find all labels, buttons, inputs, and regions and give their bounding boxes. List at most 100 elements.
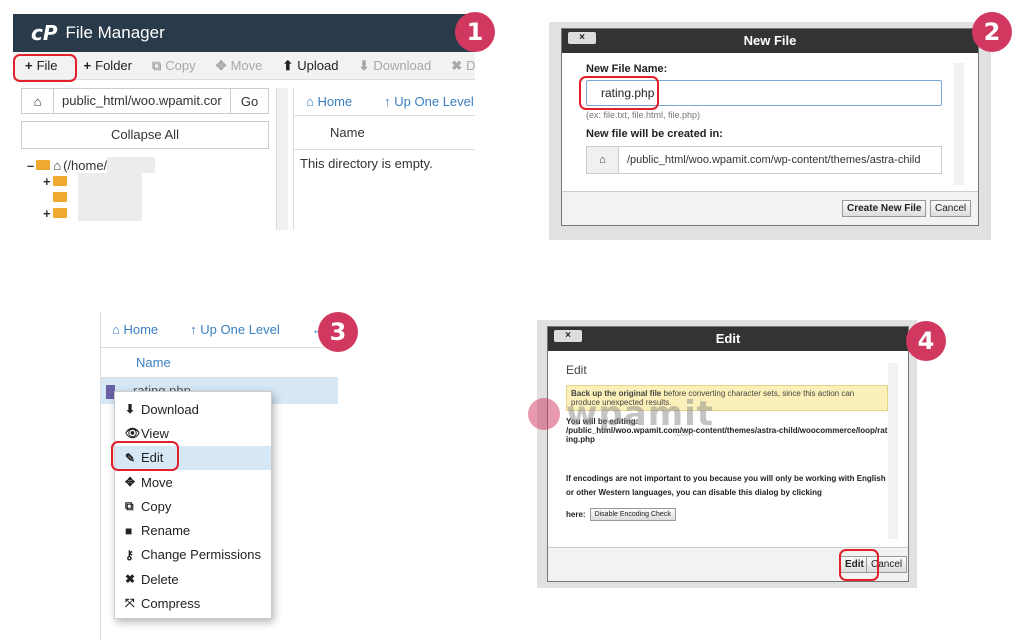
- file-nav: ⌂ Home ↑ Up One Level ← Ba: [100, 312, 338, 348]
- highlight-edit-button: [839, 549, 879, 581]
- copy-icon: ⧉: [152, 57, 162, 73]
- file-icon: ■: [125, 523, 133, 538]
- home-link[interactable]: ⌂ Home: [112, 322, 174, 337]
- folder-icon: [52, 208, 67, 218]
- tree-item[interactable]: +: [21, 173, 269, 189]
- move-icon: ✥: [125, 475, 136, 490]
- menu-item-copy[interactable]: ⧉ Copy: [115, 494, 271, 518]
- menu-item-label: Change Permissions: [141, 547, 261, 563]
- name-column-header[interactable]: Name: [100, 348, 338, 378]
- delete-label: De: [466, 58, 475, 73]
- edit-dialog: × Edit Edit Back up the original file be…: [547, 326, 909, 582]
- tree-root[interactable]: – ⌂ (/home/: [21, 157, 269, 173]
- wpamit-logo-icon: [528, 398, 560, 430]
- disable-row: here: Disable Encoding Check: [566, 508, 888, 521]
- plus-icon[interactable]: +: [43, 174, 51, 189]
- close-button[interactable]: ×: [568, 32, 596, 44]
- highlight-edit-item: [111, 441, 179, 471]
- context-menu: ⬇ Download 👁 View ✎ Edit ✥ Move ⧉ Copy ■ Renam…: [114, 391, 272, 619]
- path-bar: ⌂ public_html/woo.wpamit.cor Go: [21, 88, 269, 114]
- dialog-title: Edit: [715, 331, 741, 346]
- tree-scrollbar[interactable]: [276, 88, 288, 230]
- pane-divider: [100, 312, 101, 640]
- step-badge-2: 2: [972, 12, 1012, 52]
- menu-item-label: Download: [141, 401, 199, 417]
- minus-icon[interactable]: –: [27, 158, 34, 173]
- up-one-level-link[interactable]: ↑ Up One Level: [384, 94, 475, 109]
- up-one-level-label: Up One Level: [200, 322, 280, 337]
- up-one-level-link[interactable]: ↑ Up One Level: [190, 322, 296, 337]
- home-link[interactable]: ⌂ Home: [306, 94, 368, 109]
- delete-icon: ✖: [125, 572, 136, 587]
- collapse-all-button[interactable]: Collapse All: [21, 121, 269, 149]
- name-column-header[interactable]: Name: [294, 116, 475, 150]
- copy-label: Copy: [165, 58, 196, 73]
- watermark: wpamit .com: [528, 390, 713, 438]
- tree-item[interactable]: [21, 189, 269, 205]
- up-one-level-label: Up One Level: [394, 94, 474, 109]
- move-button[interactable]: ✥ Move: [216, 58, 263, 74]
- create-new-file-button[interactable]: Create New File: [842, 200, 927, 217]
- new-file-dialog: × New File New File Name: rating.php (ex…: [561, 28, 979, 226]
- disable-encoding-check-button[interactable]: Disable Encoding Check: [589, 508, 676, 521]
- dialog-title: New File: [743, 33, 797, 48]
- menu-item-download[interactable]: ⬇ Download: [115, 397, 271, 421]
- tree-item[interactable]: +: [21, 205, 269, 221]
- home-icon: ⌂: [587, 147, 619, 173]
- menu-item-label: Rename: [141, 523, 191, 539]
- menu-item-change-permissions[interactable]: ⚷ Change Permissions: [115, 543, 271, 567]
- encoding-explanation: If encodings are not important to you be…: [566, 474, 886, 497]
- edit-dialog-panel: × Edit Edit Back up the original file be…: [537, 320, 917, 588]
- file-nav: ⌂ Home ↑ Up One Level: [294, 88, 475, 116]
- toolbar: + File + Folder ⧉ Copy ✥ Move ⬆ Upload ⬇ Downl…: [13, 52, 475, 80]
- path-input[interactable]: public_html/woo.wpamit.cor: [54, 89, 230, 113]
- step-badge-1: 1: [455, 12, 495, 52]
- cpanel-logo: cP: [31, 21, 58, 45]
- download-button[interactable]: ⬇ Download: [358, 58, 431, 74]
- cancel-button[interactable]: Cancel: [930, 200, 972, 217]
- delete-icon: ✖: [451, 57, 463, 73]
- dialog-footer: Create New File Cancel: [562, 191, 978, 225]
- folder-icon: [36, 160, 51, 170]
- dialog-header: × Edit: [548, 327, 908, 351]
- new-file-name-label: New File Name:: [586, 63, 668, 75]
- copy-icon: ⧉: [125, 498, 134, 513]
- directory-tree-pane: ⌂ public_html/woo.wpamit.cor Go Collapse…: [21, 88, 269, 221]
- menu-item-rename[interactable]: ■ Rename: [115, 518, 271, 542]
- dialog-scrollbar[interactable]: [888, 363, 898, 539]
- location-input[interactable]: /public_html/woo.wpamit.com/wp-content/t…: [619, 147, 941, 173]
- upload-button[interactable]: ⬆ Upload: [282, 58, 338, 74]
- created-in-label: New file will be created in:: [586, 128, 723, 140]
- plus-icon[interactable]: +: [43, 206, 51, 221]
- go-button[interactable]: Go: [230, 89, 268, 113]
- delete-button[interactable]: ✖De: [451, 58, 475, 74]
- key-icon: ⚷: [125, 547, 134, 562]
- menu-item-label: Delete: [141, 571, 179, 587]
- plus-icon: +: [83, 58, 92, 73]
- file-name-hint: (ex: file.txt, file.html, file.php): [586, 110, 701, 120]
- menu-item-compress[interactable]: ⤧ Compress: [115, 591, 271, 615]
- edit-heading: Edit: [566, 363, 587, 377]
- folder-icon: [53, 192, 67, 202]
- copy-button[interactable]: ⧉ Copy: [152, 58, 196, 74]
- new-file-dialog-panel: × New File New File Name: rating.php (ex…: [549, 22, 991, 240]
- file-manager-panel: cP File Manager + File + Folder ⧉ Copy ✥ Mov…: [13, 14, 475, 230]
- close-button[interactable]: ×: [554, 330, 582, 342]
- highlight-file-name: [579, 76, 659, 110]
- new-folder-button[interactable]: + Folder: [84, 58, 132, 73]
- home-link-label: Home: [317, 94, 353, 109]
- masked-folder-name: [77, 173, 142, 189]
- dialog-scrollbar[interactable]: [954, 63, 964, 185]
- highlight-file-button: [13, 54, 77, 82]
- page-title: File Manager: [65, 23, 165, 42]
- empty-directory-message: This directory is empty.: [300, 156, 433, 171]
- menu-item-label: View: [141, 425, 169, 441]
- menu-item-move[interactable]: ✥ Move: [115, 470, 271, 494]
- menu-item-delete[interactable]: ✖ Delete: [115, 567, 271, 591]
- compress-icon: ⤧: [125, 596, 135, 611]
- home-icon: ⌂: [53, 157, 62, 173]
- upload-icon: ⬆: [282, 57, 294, 73]
- home-icon[interactable]: ⌂: [22, 89, 54, 113]
- menu-item-label: Compress: [141, 596, 201, 612]
- directory-tree: – ⌂ (/home/ + +: [21, 157, 269, 221]
